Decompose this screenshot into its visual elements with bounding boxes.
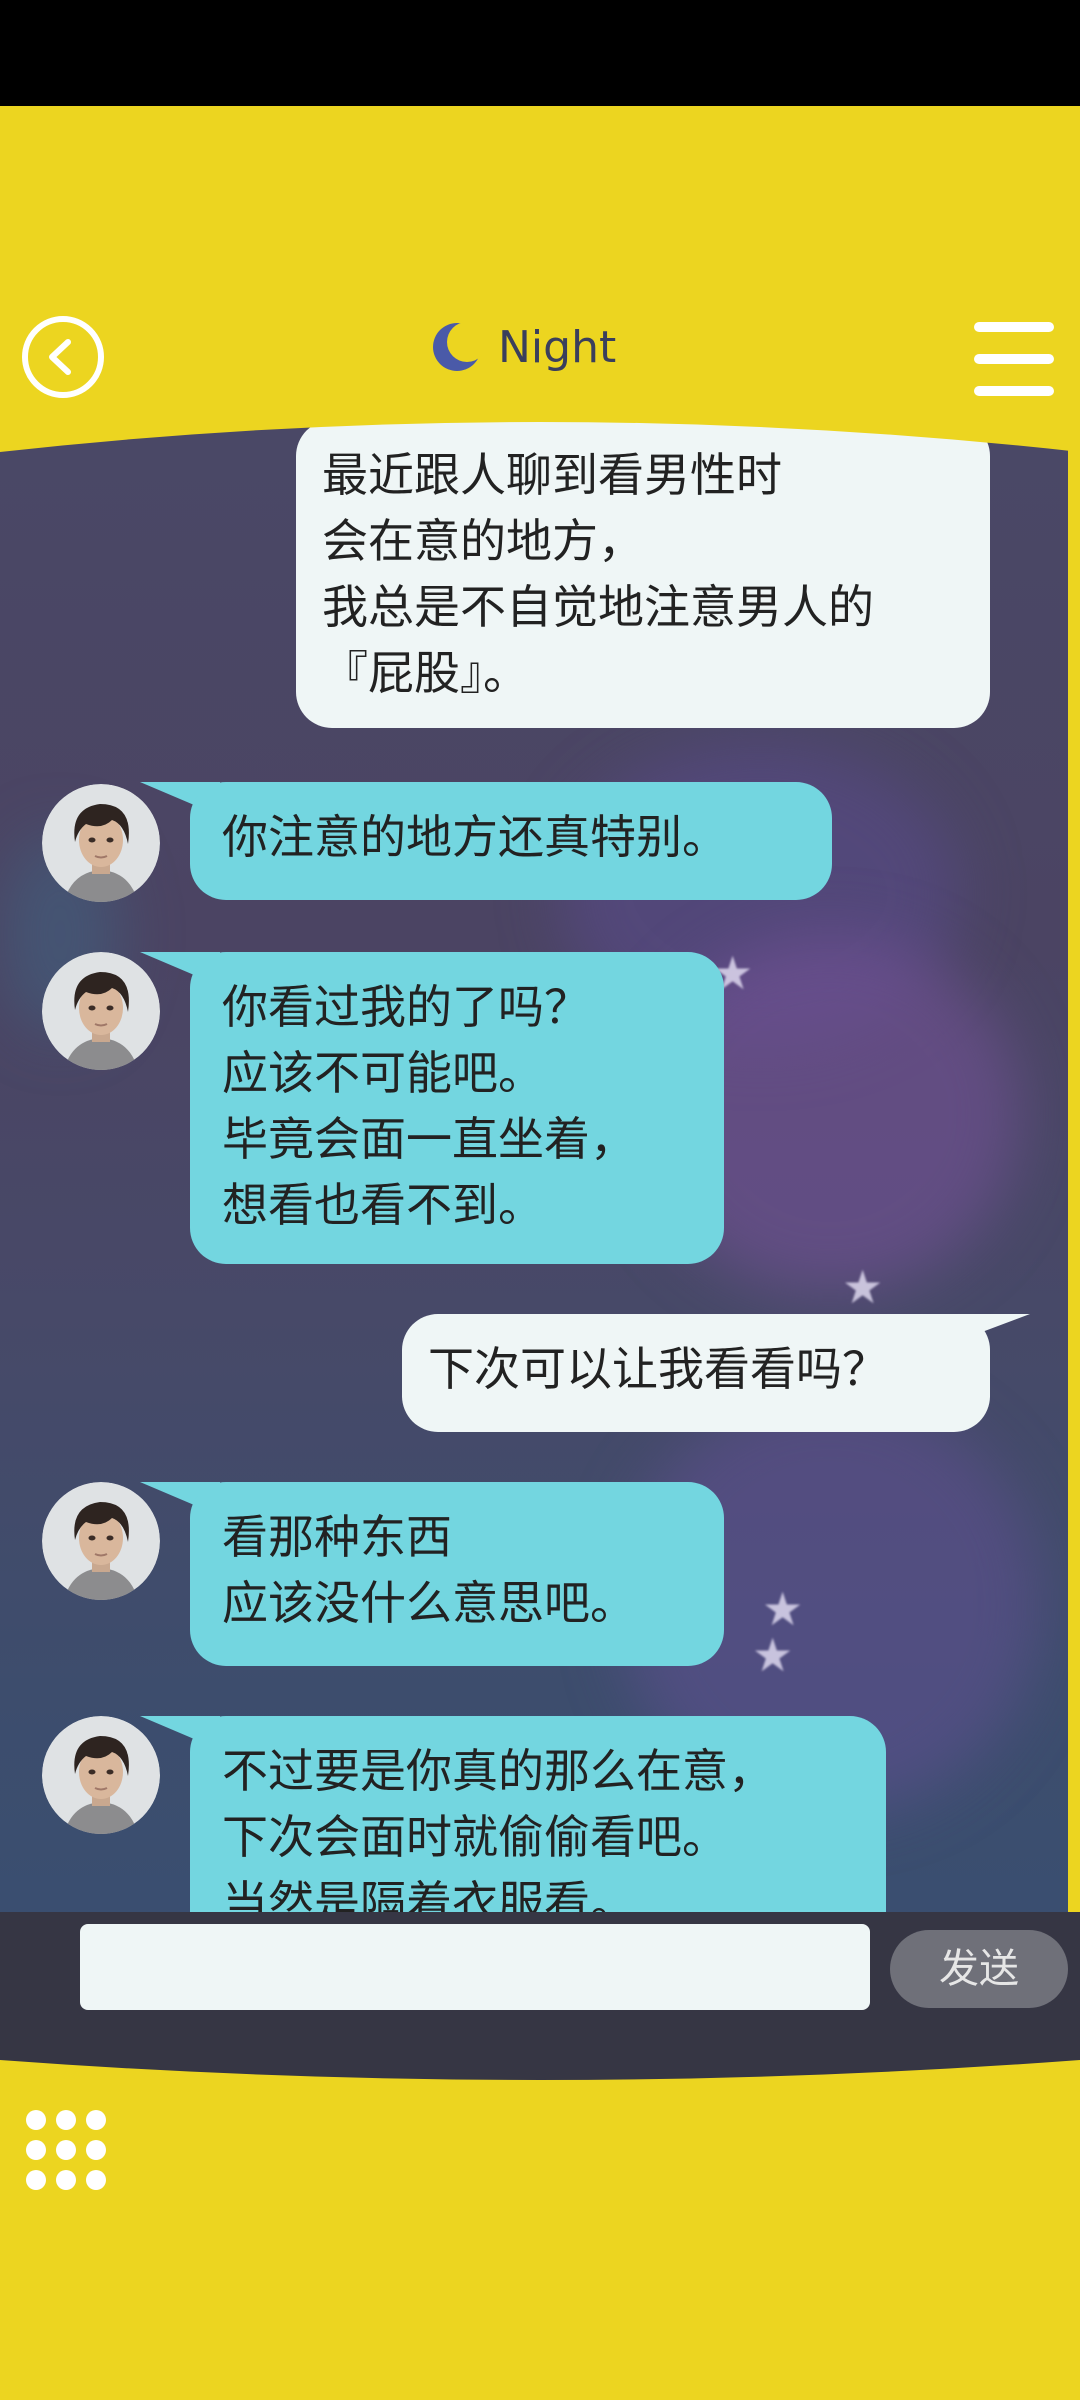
outgoing-message-bubble: 下次可以让我看看吗？ [402, 1314, 990, 1432]
message-text-line: 应该没什么意思吧。 [222, 1576, 636, 1630]
message-text-line: 『屁股』。 [322, 646, 529, 700]
moon-icon [433, 322, 484, 371]
message-text-line: 看那种东西 [222, 1510, 452, 1564]
grid-dot [86, 2140, 106, 2160]
message-input[interactable] [80, 1924, 870, 2010]
chat-top-curve [0, 412, 1080, 452]
header-title: Night [430, 312, 616, 382]
page-title: Night [498, 321, 617, 373]
grid-dot [56, 2170, 76, 2190]
message-text-line: 不过要是你真的那么在意， [222, 1744, 774, 1798]
star-decoration: ★ [762, 1582, 804, 1636]
incoming-message-bubble: 你注意的地方还真特别。 [190, 782, 832, 900]
grid-dot [26, 2140, 46, 2160]
star-decoration: ★ [842, 1260, 884, 1314]
message-text-line: 下次会面时就偷偷看吧。 [222, 1810, 728, 1864]
message-text-line: 想看也看不到。 [222, 1178, 544, 1232]
grid-dot [26, 2110, 46, 2130]
menu-button[interactable] [974, 322, 1054, 396]
grid-dot [26, 2170, 46, 2190]
incoming-message-bubble: 你看过我的了吗？ 应该不可能吧。毕竟会面一直坐着， 想看也看不到。 [190, 952, 724, 1264]
grid-dot [56, 2110, 76, 2130]
status-bar [0, 0, 1080, 106]
send-button[interactable]: 发送 [890, 1930, 1068, 2008]
chat-area[interactable]: ★ ★ ★ ★ 最近跟人聊到看男性时 会在意的地方， 我总是不自觉地注意男人的 『屁股… [0, 414, 1068, 1914]
back-button[interactable] [22, 316, 104, 398]
grid-dot [86, 2170, 106, 2190]
message-text-line: 下次可以让我看看吗？ [428, 1342, 888, 1396]
menu-bar [974, 354, 1054, 364]
message-text-line: 当然是隔着衣服看。 [222, 1876, 636, 1914]
message-text-line: 我总是不自觉地注意男人的 [322, 580, 874, 634]
composer-bottom-curve [0, 2040, 1080, 2080]
chevron-left-icon [49, 339, 71, 375]
message-text-line: 你注意的地方还真特别。 [222, 810, 728, 864]
grid-menu-button[interactable] [24, 2108, 108, 2192]
outgoing-message-bubble: 最近跟人聊到看男性时 会在意的地方， 我总是不自觉地注意男人的 『屁股』。 [296, 420, 990, 728]
star-decoration: ★ [752, 1628, 794, 1682]
incoming-message-bubble: 看那种东西应该没什么意思吧。 [190, 1482, 724, 1666]
message-text-line: 毕竟会面一直坐着， [222, 1112, 636, 1166]
message-text-line: 应该不可能吧。 [222, 1046, 544, 1100]
menu-bar [974, 322, 1054, 332]
message-text-line: 你看过我的了吗？ [222, 980, 590, 1034]
incoming-message-bubble: 不过要是你真的那么在意， 下次会面时就偷偷看吧。当然是隔着衣服看。 [190, 1716, 886, 1914]
menu-bar [974, 386, 1054, 396]
grid-dot [56, 2140, 76, 2160]
message-text-line: 会在意的地方， [322, 514, 644, 568]
grid-dot [86, 2110, 106, 2130]
